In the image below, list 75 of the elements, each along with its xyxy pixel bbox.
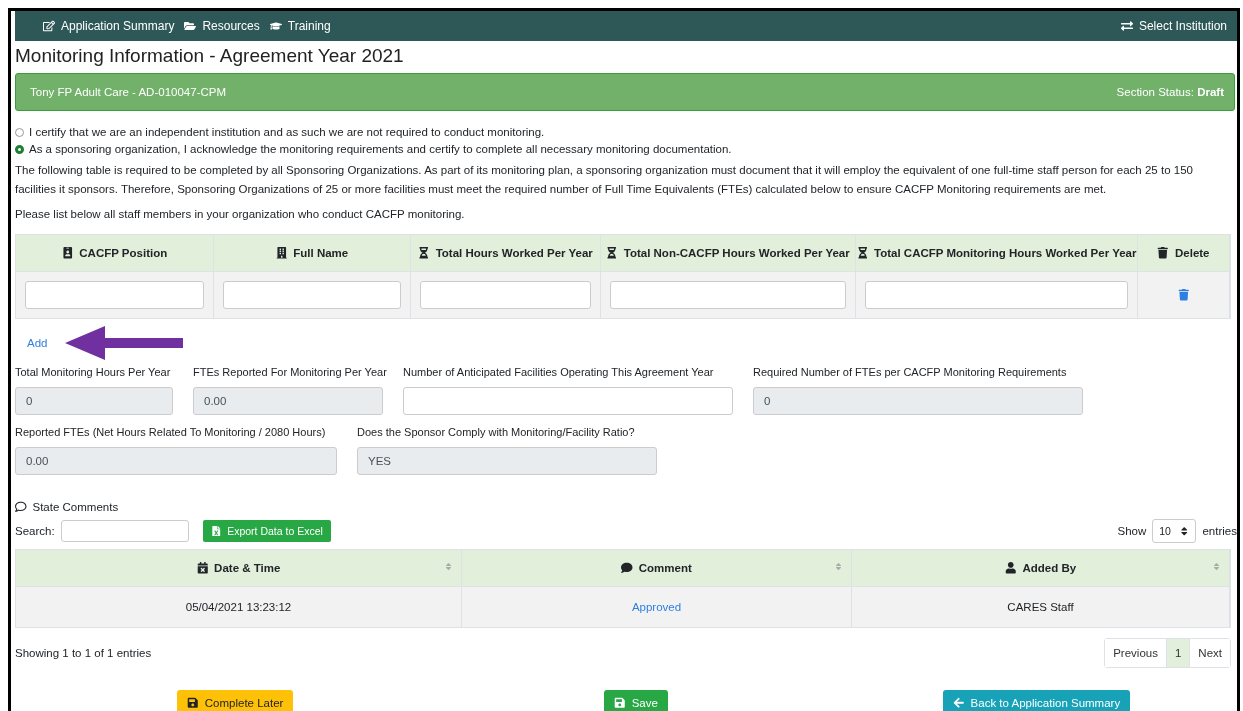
hourglass-icon	[418, 247, 430, 259]
comment-icon	[621, 562, 633, 574]
input-field[interactable]	[420, 281, 591, 309]
search-field[interactable]	[60, 520, 189, 542]
user-icon	[1004, 562, 1017, 574]
graduation-cap-icon	[269, 20, 282, 32]
input-field[interactable]	[865, 281, 1128, 309]
nav-link[interactable]: Application Summary	[43, 19, 175, 33]
sort-icon	[1178, 525, 1190, 537]
column-header: CACFP Position	[16, 235, 214, 271]
radio-label: As a sponsoring organization, I acknowledge the monitoring requirements and certify to complete all necessary monitoring documentation.	[29, 143, 732, 155]
save-icon	[614, 697, 626, 709]
input-field[interactable]	[25, 281, 204, 309]
input-field[interactable]: 0.00	[15, 447, 337, 475]
input-field[interactable]: YES	[357, 447, 657, 475]
input-field[interactable]: 0.00	[193, 387, 383, 415]
table-cell: 05/04/2021 13:23:12	[16, 586, 462, 627]
input-field[interactable]: 0	[753, 387, 1083, 415]
column-header[interactable]: Date & Time	[16, 550, 462, 586]
building-icon	[275, 247, 288, 259]
search-label: Search:	[15, 525, 55, 537]
radio-button[interactable]	[15, 144, 24, 154]
column-header: Total CACFP Monitoring Hours Worked Per Year	[856, 235, 1138, 271]
input-field[interactable]: 0	[15, 387, 173, 415]
field-label: Reported FTEs (Net Hours Related To Monitoring / 2080 Hours)	[15, 425, 327, 439]
table-info: Showing 1 to 1 of 1 entries	[15, 647, 152, 659]
sort-icon	[444, 562, 453, 571]
instruction-text: Please list below all staff members in your organization who conduct CACFP monitoring.	[15, 207, 466, 222]
page-size-select[interactable]: 10	[1152, 519, 1197, 543]
input-field[interactable]	[403, 387, 733, 415]
nav-link[interactable]: Training	[269, 19, 331, 33]
trash-icon[interactable]	[1177, 289, 1190, 301]
pagination-button[interactable]: 1	[1165, 639, 1190, 667]
action-button[interactable]: Complete Later	[177, 690, 294, 711]
comment-link[interactable]: Approved	[631, 601, 682, 613]
section-heading: State Comments	[32, 501, 119, 513]
save-icon	[187, 697, 199, 709]
folder-icon	[184, 20, 197, 32]
comment-icon	[15, 501, 27, 513]
page-title: Monitoring Information - Agreement Year 2021	[15, 45, 405, 67]
arrow-left-icon	[953, 697, 965, 709]
field-label: Does the Sponsor Comply with Monitoring/Facility Ratio?	[357, 425, 636, 439]
radio-label: I certify that we are an independent institution and as such we are not required to conduct monitoring.	[29, 126, 545, 138]
nav-link[interactable]: Resources	[184, 19, 260, 33]
input-field[interactable]	[610, 281, 846, 309]
field-label: Required Number of FTEs per CACFP Monitoring Requirements	[753, 365, 1068, 379]
excel-icon	[210, 525, 222, 537]
hourglass-icon	[856, 247, 869, 259]
calendar-icon	[196, 562, 209, 574]
select-institution-link[interactable]: Select Institution	[1120, 19, 1227, 33]
column-header[interactable]: Added By	[852, 550, 1230, 586]
column-header: Delete	[1138, 235, 1230, 271]
sort-icon	[1212, 562, 1221, 571]
table-cell: CARES Staff	[852, 586, 1230, 627]
swap-arrows-icon	[1120, 20, 1133, 32]
radio-button[interactable]	[15, 127, 24, 137]
sort-icon	[834, 562, 843, 571]
institution-name: Tony FP Adult Care - AD-010047-CPM	[30, 86, 227, 98]
section-status: Section Status: Draft	[1116, 86, 1224, 98]
add-link[interactable]: Add	[27, 337, 48, 349]
input-field[interactable]	[223, 281, 401, 309]
edit-icon	[43, 20, 55, 32]
column-header[interactable]: Comment	[462, 550, 852, 586]
entries-label: entries	[1202, 525, 1237, 537]
column-header: Total Non-CACFP Hours Worked Per Year	[601, 235, 856, 271]
badge-icon	[61, 247, 74, 259]
pagination-button[interactable]: Next	[1189, 639, 1230, 667]
instruction-text: The following table is required to be completed by all Sponsoring Organizations. As part of its monitoring plan, a sponsoring organization must document that it will employ the equivalent of one full-time staff person for each 25 to 150 facilities it sponsors. Therefore, Sponsoring Organizations of 25 or more facilities must meet the required number of Full Time Equivalents (FTEs) calculated below to ensure CACFP Monitoring requirements are met.	[15, 163, 1194, 197]
field-label: Total Monitoring Hours Per Year	[15, 365, 172, 379]
column-header: Total Hours Worked Per Year	[411, 235, 601, 271]
trash-icon	[1157, 247, 1169, 259]
show-label: Show	[1117, 525, 1147, 537]
field-label: Number of Anticipated Facilities Operating This Agreement Year	[403, 365, 715, 379]
column-header: Full Name	[214, 235, 411, 271]
hourglass-icon	[606, 247, 618, 259]
